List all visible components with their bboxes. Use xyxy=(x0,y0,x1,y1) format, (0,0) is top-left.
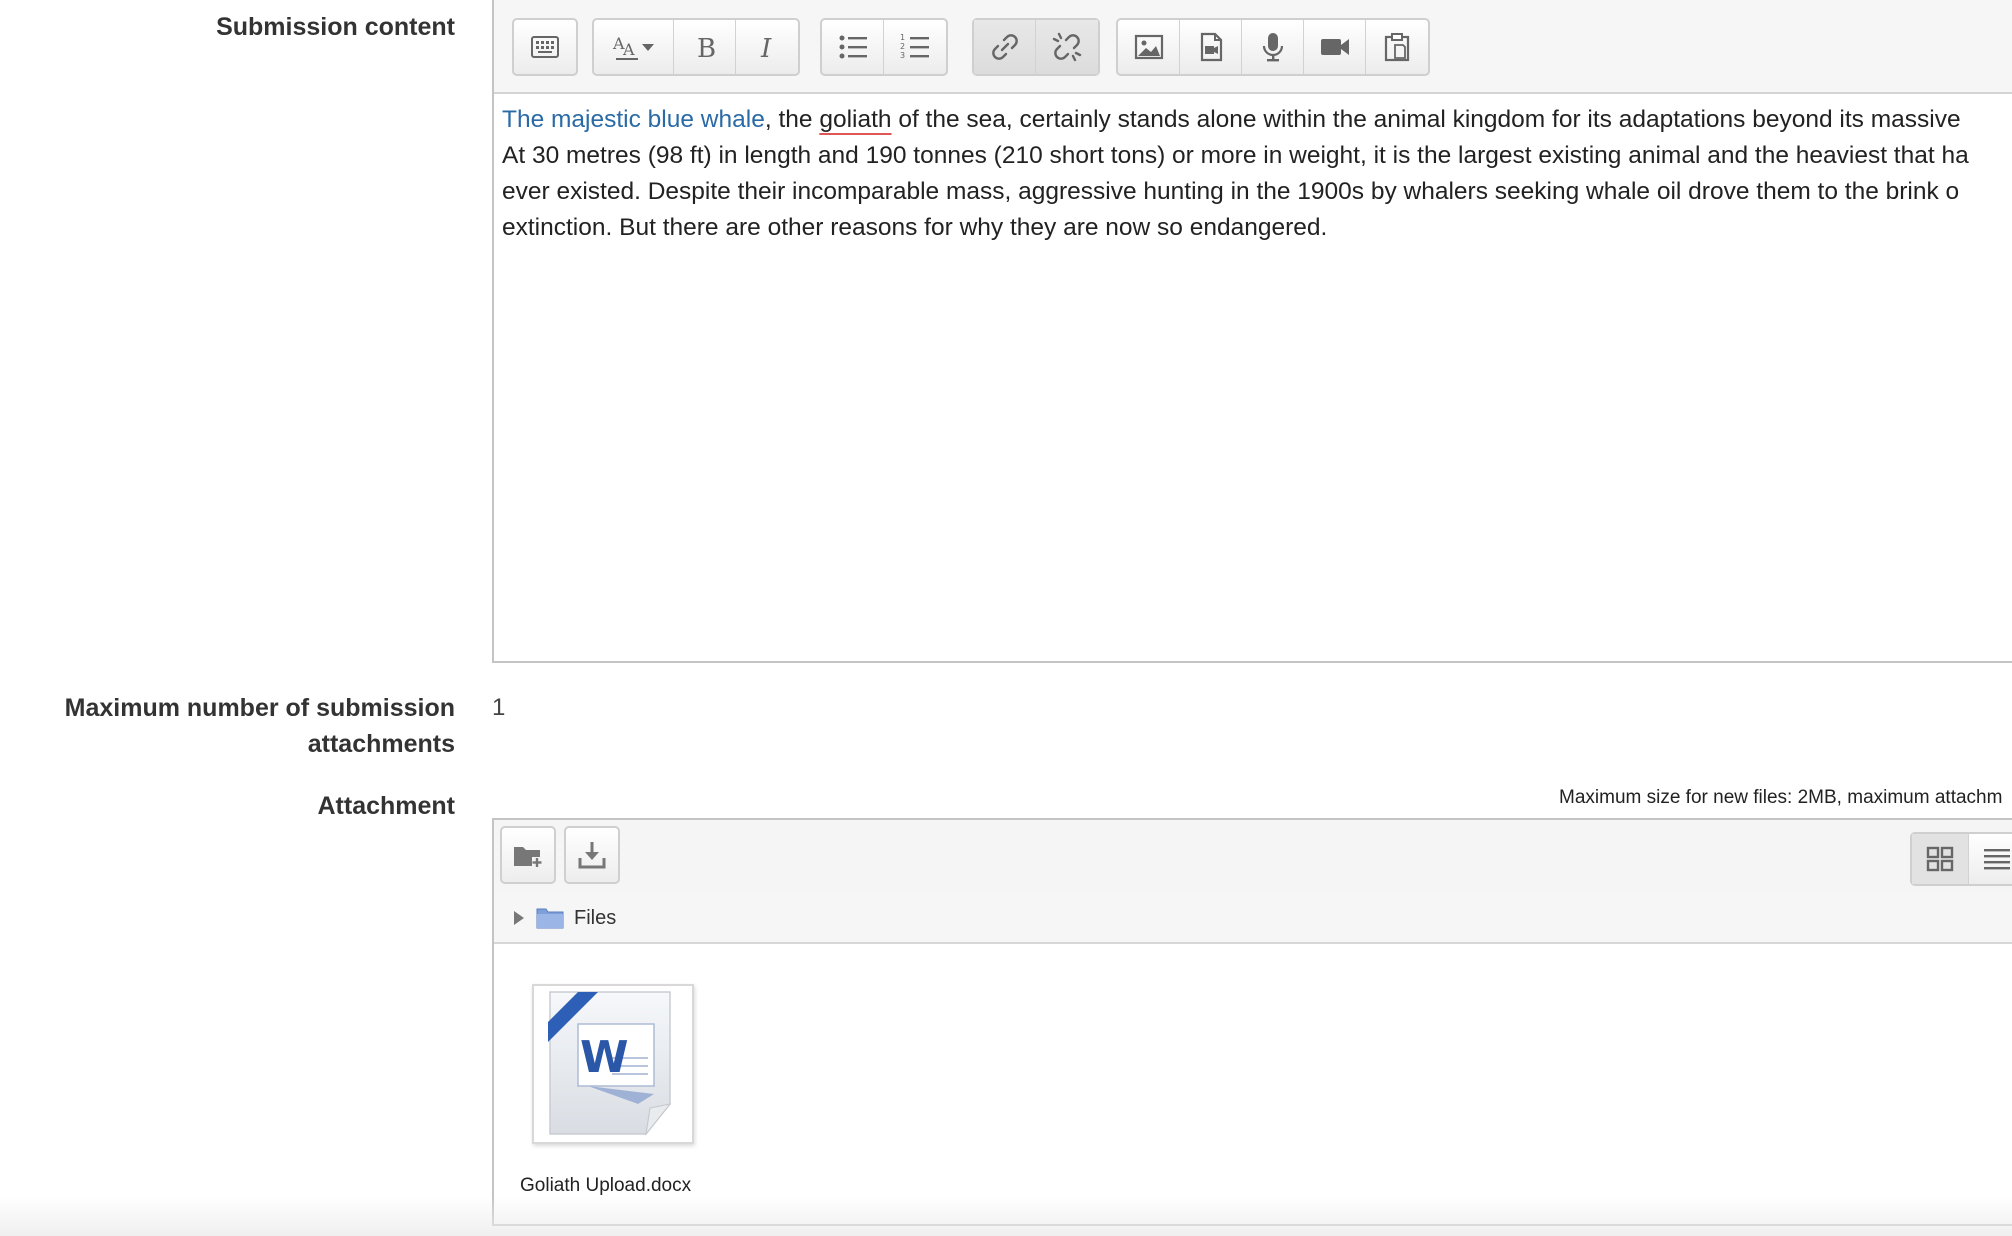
svg-text:I: I xyxy=(760,34,772,63)
content-line-4: extinction. But there are other reasons … xyxy=(502,214,1328,241)
svg-text:B: B xyxy=(697,34,716,63)
editor-toolbar: AA B I 123 xyxy=(494,0,2012,94)
grid-view-icon xyxy=(1926,846,1954,872)
ordered-list-button[interactable]: 123 xyxy=(884,20,946,74)
toolbar-group-lists: 123 xyxy=(820,18,948,76)
record-video-button[interactable] xyxy=(1304,20,1366,74)
word-document-icon: W xyxy=(548,991,672,1136)
max-attachments-value: 1 xyxy=(492,694,506,721)
grid-view-button[interactable] xyxy=(1912,834,1969,884)
microphone-icon xyxy=(1262,33,1283,62)
svg-text:2: 2 xyxy=(900,42,905,51)
create-folder-button[interactable] xyxy=(500,826,556,884)
svg-text:3: 3 xyxy=(900,51,905,60)
list-view-button[interactable] xyxy=(1969,834,2012,884)
italic-icon: I xyxy=(760,34,772,63)
insert-media-button[interactable] xyxy=(1180,20,1242,74)
content-text: , the xyxy=(764,106,820,133)
italic-button[interactable]: I xyxy=(736,20,798,74)
font-size-icon: AA xyxy=(612,34,654,60)
show-more-button[interactable] xyxy=(514,20,576,74)
toolbar-group-more xyxy=(512,18,578,76)
image-icon xyxy=(1134,34,1163,60)
file-manager: Files W Goliath Upload.docx xyxy=(492,818,2012,1226)
expand-triangle-icon[interactable] xyxy=(514,911,524,925)
link-icon xyxy=(991,34,1018,60)
paste-icon xyxy=(1384,33,1410,62)
media-icon xyxy=(1200,32,1222,62)
submission-content-label: Submission content xyxy=(216,13,455,41)
list-view-icon xyxy=(1984,849,2010,870)
file-name-label[interactable]: Goliath Upload.docx xyxy=(520,1175,691,1197)
max-attachments-label-line1: Maximum number of submission xyxy=(64,694,455,722)
record-audio-button[interactable] xyxy=(1242,20,1304,74)
unlink-button[interactable] xyxy=(1036,20,1098,74)
misspelled-word[interactable]: goliath xyxy=(819,106,891,133)
unordered-list-button[interactable] xyxy=(822,20,884,74)
paste-button[interactable] xyxy=(1366,20,1428,74)
toolbar-group-media xyxy=(1116,18,1430,76)
show-more-icon xyxy=(531,36,559,58)
bold-button[interactable]: B xyxy=(674,20,736,74)
rich-text-editor: AA B I 123 The majestic blue whale, the … xyxy=(492,0,2012,663)
folder-icon xyxy=(536,908,564,929)
content-line-3: ever existed. Despite their incomparable… xyxy=(502,178,1960,205)
max-attachments-label: Maximum number of submission attachments xyxy=(65,690,455,762)
download-button[interactable] xyxy=(564,826,620,884)
files-path-label[interactable]: Files xyxy=(574,907,616,930)
font-size-button[interactable]: AA xyxy=(594,20,674,74)
attachment-label: Attachment xyxy=(317,792,455,820)
svg-text:1: 1 xyxy=(900,33,905,42)
ordered-list-icon: 123 xyxy=(900,33,929,60)
svg-text:W: W xyxy=(580,1032,629,1083)
svg-text:A: A xyxy=(622,40,635,59)
content-line-1: The majestic blue whale, the goliath of … xyxy=(502,102,2012,138)
unlink-icon xyxy=(1052,32,1082,62)
content-text: of the sea, certainly stands alone withi… xyxy=(891,106,1961,133)
view-mode-group xyxy=(1910,832,2012,886)
folder-add-icon xyxy=(514,847,542,867)
file-limits-text: Maximum size for new files: 2MB, maximum… xyxy=(1559,787,2003,808)
file-manager-path-bar: Files xyxy=(494,894,2012,944)
editor-content-area[interactable]: The majestic blue whale, the goliath of … xyxy=(502,102,2012,246)
toolbar-group-style: AA B I xyxy=(592,18,800,76)
link-button[interactable] xyxy=(974,20,1036,74)
max-attachments-label-line2: attachments xyxy=(307,730,455,758)
file-manager-toolbar xyxy=(494,820,2012,896)
insert-image-button[interactable] xyxy=(1118,20,1180,74)
content-line-2: At 30 metres (98 ft) in length and 190 t… xyxy=(502,142,1969,169)
toolbar-group-links xyxy=(972,18,1100,76)
file-thumbnail[interactable]: W xyxy=(532,984,694,1144)
download-icon xyxy=(578,842,606,869)
content-link[interactable]: The majestic blue whale xyxy=(502,106,765,133)
unordered-list-icon xyxy=(839,35,867,59)
video-icon xyxy=(1320,39,1349,55)
bold-icon: B xyxy=(697,34,716,63)
